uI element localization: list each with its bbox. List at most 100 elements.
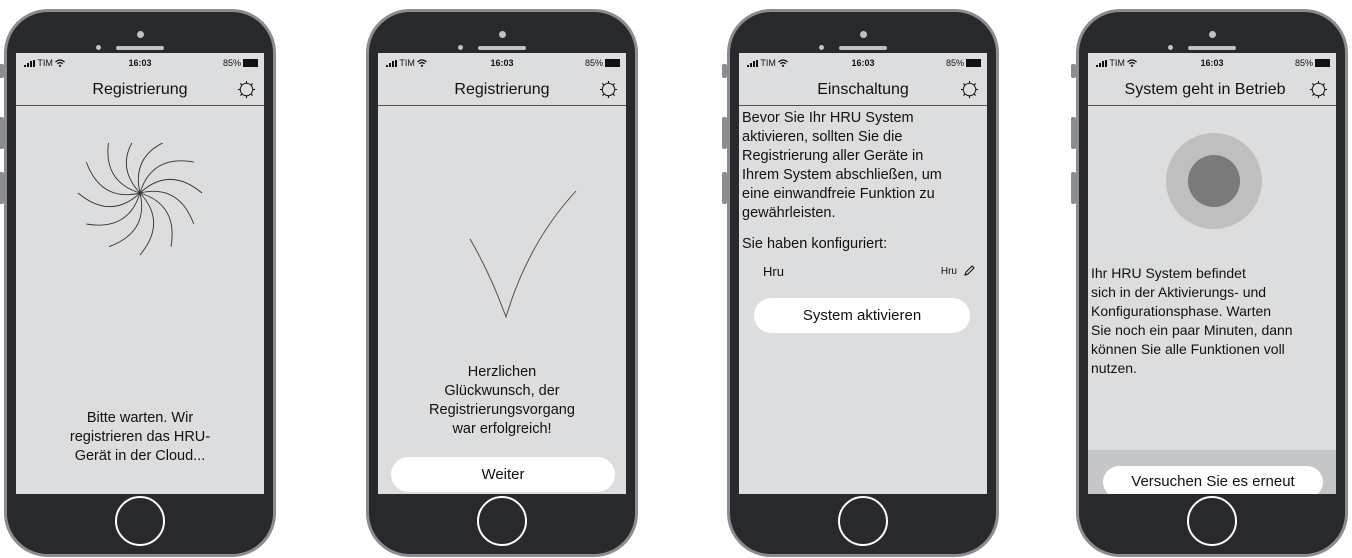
spinner-blade — [126, 143, 141, 194]
battery: 85% — [223, 58, 258, 68]
camera — [860, 31, 867, 38]
paragraph-line: gewährleisten. — [742, 205, 836, 221]
device-name: Hru — [763, 264, 784, 279]
device-row[interactable]: Hru Hru — [763, 263, 979, 283]
loading-spinner-icon — [77, 143, 203, 256]
page-title: Einschaltung — [817, 81, 909, 98]
spinner-blade — [139, 179, 203, 194]
home-button[interactable] — [115, 496, 165, 546]
pencil-icon[interactable] — [963, 265, 975, 277]
battery-label: 85% — [945, 58, 964, 68]
speaker — [1188, 46, 1236, 50]
screen-registration-success: TIM 16:03 85% Registrierung Herzlichen G… — [378, 53, 626, 494]
home-button[interactable] — [1187, 496, 1237, 546]
front-camera — [96, 45, 101, 50]
speaker — [478, 46, 526, 50]
message-line: war erfolgreich! — [452, 421, 552, 437]
camera — [137, 31, 144, 38]
camera — [1209, 31, 1216, 38]
battery-label: 85% — [1294, 58, 1313, 68]
battery-icon — [1315, 59, 1330, 67]
front-camera — [819, 45, 824, 50]
message-line: Glückwunsch, der — [444, 383, 560, 399]
header: Registrierung — [16, 73, 264, 106]
volume-button — [0, 64, 4, 78]
screen-system-starting: TIM 16:03 85% System geht in Betrieb Ihr… — [1088, 53, 1336, 494]
phone-4: TIM 16:03 85% System geht in Betrieb Ihr… — [1071, 9, 1348, 557]
volume-button — [722, 64, 727, 78]
home-button[interactable] — [477, 496, 527, 546]
device-type: Hru — [940, 266, 957, 277]
message-line: Registrierungsvorgang — [429, 402, 575, 418]
continue-button[interactable]: Weiter — [391, 457, 615, 492]
volume-button — [722, 117, 727, 149]
waiting-message: Bitte warten. Wir registrieren das HRU- … — [16, 409, 264, 466]
battery-label: 85% — [222, 58, 241, 68]
home-button[interactable] — [838, 496, 888, 546]
success-message: Herzlichen Glückwunsch, der Registrierun… — [378, 363, 626, 439]
status-bar: TIM 16:03 85% — [16, 53, 264, 73]
spinner-blade — [139, 192, 173, 247]
paragraph-line: Konfigurationsphase. Warten — [1091, 303, 1272, 319]
message-line: registrieren das HRU- — [69, 429, 211, 445]
volume-button — [1071, 64, 1076, 78]
battery: 85% — [585, 58, 620, 68]
header: System geht in Betrieb — [1088, 73, 1336, 106]
page-title: Registrierung — [454, 81, 550, 98]
phone-3: TIM 16:03 85% Einschaltung Bevor Sie Ihr… — [722, 9, 999, 557]
camera — [499, 31, 506, 38]
message-line: Gerät in der Cloud... — [74, 448, 206, 464]
screen-activation: TIM 16:03 85% Einschaltung Bevor Sie Ihr… — [739, 53, 987, 494]
volume-button — [1071, 172, 1076, 204]
speaker — [116, 46, 164, 50]
checkmark-icon — [469, 190, 577, 319]
spinner-blade — [77, 192, 141, 207]
volume-button — [0, 172, 4, 204]
page-title: System geht in Betrieb — [1124, 81, 1286, 98]
battery-icon — [243, 59, 258, 67]
page-title: Registrierung — [92, 81, 188, 98]
front-camera — [458, 45, 463, 50]
battery: 85% — [1295, 58, 1330, 68]
paragraph-line: Sie noch ein paar Minuten, dann — [1091, 322, 1293, 338]
paragraph-line: eine einwandfreie Funktion zu — [742, 186, 935, 202]
front-camera — [1168, 45, 1173, 50]
header: Einschaltung — [739, 73, 987, 106]
header: Registrierung — [378, 73, 626, 106]
activate-system-button[interactable]: System aktivieren — [754, 298, 970, 333]
activation-phase-message: Ihr HRU System befindet sich in der Akti… — [1091, 264, 1293, 378]
battery: 85% — [946, 58, 981, 68]
status-indicator — [1166, 133, 1262, 229]
gear-icon[interactable] — [960, 80, 979, 99]
phone-1: TIM 16:03 85% Registrierung Bitte warten… — [0, 9, 276, 557]
spinner-blade — [139, 160, 194, 194]
volume-button — [1071, 117, 1076, 149]
paragraph-line: sich in der Aktivierungs- und — [1091, 284, 1267, 300]
message-line: Herzlichen — [467, 364, 537, 380]
paragraph-line: Ihrem System abschließen, um — [742, 167, 942, 183]
gear-icon[interactable] — [1309, 80, 1328, 99]
status-bar: TIM 16:03 85% — [1088, 53, 1336, 73]
phone-2: TIM 16:03 85% Registrierung Herzlichen G… — [366, 9, 638, 557]
message-line: Bitte warten. Wir — [86, 410, 194, 426]
gear-icon[interactable] — [237, 80, 256, 99]
status-indicator-core — [1188, 155, 1240, 207]
status-bar: TIM 16:03 85% — [739, 53, 987, 73]
status-bar: TIM 16:03 85% — [378, 53, 626, 73]
paragraph-line: können Sie alle Funktionen voll — [1091, 341, 1285, 357]
battery-label: 85% — [584, 58, 603, 68]
spinner-blade — [139, 192, 154, 256]
volume-button — [722, 172, 727, 204]
spinner-blade — [107, 143, 141, 194]
gear-icon[interactable] — [599, 80, 618, 99]
paragraph-line: nutzen. — [1091, 360, 1137, 376]
configured-label: Sie haben konfiguriert: — [742, 236, 888, 252]
battery-icon — [605, 59, 620, 67]
volume-button — [0, 117, 4, 149]
activation-instructions: Bevor Sie Ihr HRU System aktivieren, sol… — [742, 109, 942, 223]
screen-registering: TIM 16:03 85% Registrierung Bitte warten… — [16, 53, 264, 494]
paragraph-line: aktivieren, sollten Sie die — [742, 129, 903, 145]
paragraph-line: Ihr HRU System befindet — [1091, 265, 1246, 281]
spinner-blade — [86, 192, 141, 226]
retry-button[interactable]: Versuchen Sie es erneut — [1103, 466, 1323, 494]
